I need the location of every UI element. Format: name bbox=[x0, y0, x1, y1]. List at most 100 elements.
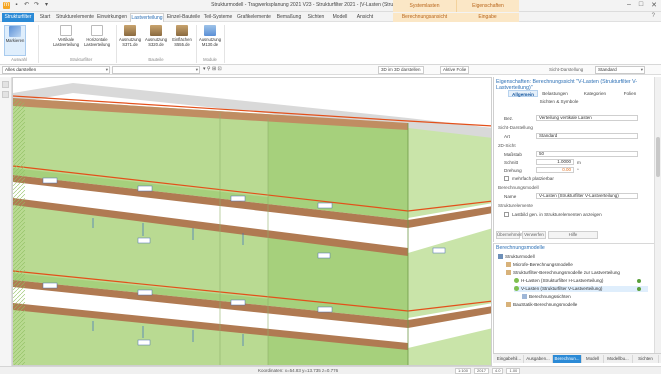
einflaechen-s555-button[interactable]: Einflächen S555.de bbox=[170, 25, 194, 47]
panel-scrollbar[interactable] bbox=[654, 77, 661, 353]
tab-modell[interactable]: Modell bbox=[329, 13, 351, 22]
layer-combo[interactable]: Alles darstellen ▾ bbox=[2, 66, 110, 74]
lastbild-label: Lastbild gen. in Strukturelementen anzei… bbox=[512, 212, 602, 217]
view3d-toggle[interactable]: 3D im 3D darstellen bbox=[378, 66, 424, 74]
maximize-button[interactable]: □ bbox=[639, 1, 643, 9]
bez-input[interactable]: Verteilung vertikale Lasten bbox=[536, 115, 638, 121]
building-model-view[interactable] bbox=[13, 78, 492, 366]
minimize-button[interactable]: – bbox=[627, 1, 631, 9]
view-tool-icons[interactable]: ▾ ⚲ ⊞ ⊡ bbox=[203, 66, 222, 72]
tab-einwirkungen[interactable]: Einwirkungen bbox=[96, 13, 128, 22]
tab-bemassung[interactable]: Bemaßung bbox=[275, 13, 303, 22]
m130-label: Ausnutzung M130.de bbox=[198, 37, 222, 47]
ausnutzung-s371-button[interactable]: Ausnutzung S371.de bbox=[118, 25, 142, 47]
tree-item-strukturmodell[interactable]: Strukturmodell bbox=[498, 254, 535, 260]
wall-module-icon bbox=[150, 25, 162, 36]
section-berechnungsmodell: Berechnungsmodell bbox=[498, 185, 539, 190]
view-style-combo[interactable]: Standard ▾ bbox=[595, 66, 645, 74]
view-icon bbox=[522, 294, 527, 299]
massstab-select[interactable]: 50 bbox=[536, 151, 638, 157]
ribbon-separator bbox=[196, 25, 197, 63]
s320-label: Ausnutzung S320.de bbox=[144, 37, 168, 47]
column-module-icon bbox=[124, 25, 136, 36]
tab-sichten-symbole[interactable]: Sichten & Symbole bbox=[534, 98, 584, 105]
tab-einzel-bauteile[interactable]: Einzel-Bauteile bbox=[166, 13, 201, 22]
tab-teil-systeme[interactable]: Teil-Systeme bbox=[203, 13, 233, 22]
group-module: Module bbox=[203, 57, 217, 62]
layer-combo-value: Alles darstellen bbox=[5, 67, 37, 72]
model-icon bbox=[498, 254, 503, 259]
help-icon[interactable]: ? bbox=[652, 13, 655, 19]
mehrfach-checkbox[interactable] bbox=[504, 176, 509, 181]
tab-strukturelemente[interactable]: Strukturelemente bbox=[56, 13, 94, 22]
view-combo[interactable]: ▾ bbox=[112, 66, 200, 74]
tab-eingabehilfe[interactable]: Eingabehil... bbox=[495, 355, 524, 363]
scrollbar-thumb[interactable] bbox=[656, 137, 660, 177]
hilfe-button[interactable]: Hilfe bbox=[548, 231, 598, 239]
tab-allgemein[interactable]: Allgemein bbox=[508, 90, 538, 97]
drehung-input[interactable]: 0.00 bbox=[536, 167, 574, 173]
ausnutzung-s320-button[interactable]: Ausnutzung S320.de bbox=[144, 25, 168, 47]
tab-belastungen[interactable]: Belastungen bbox=[540, 90, 570, 97]
tree-item-label: V-Lasten (Strukturfilter V-Lastverteilun… bbox=[521, 286, 603, 291]
panel-tabs: Eingabehil... Ausgaben... Berechnun... M… bbox=[493, 353, 661, 363]
load-model-icon bbox=[514, 286, 519, 291]
uebernehmen-button[interactable]: Übernehmen bbox=[496, 231, 522, 239]
context-group-eigenschaften: Eigenschaften bbox=[456, 0, 519, 12]
active-floor-toggle[interactable]: Aktive Folie bbox=[440, 66, 470, 74]
section-sicht-darstellung: Sicht-Darstellung bbox=[498, 125, 533, 130]
tree-item-h-lasten[interactable]: H-Lasten (Strukturfilter H-Lastverteilun… bbox=[514, 278, 603, 284]
tab-kategorien[interactable]: Kategorien bbox=[580, 90, 610, 97]
tab-modell[interactable]: Modell bbox=[582, 355, 604, 363]
markieren-label: Markieren bbox=[5, 38, 25, 43]
markieren-button[interactable]: Markieren bbox=[4, 25, 26, 56]
verwerfen-button[interactable]: Verwerfen bbox=[522, 231, 546, 239]
tab-berechnung[interactable]: Berechnun... bbox=[553, 355, 582, 363]
art-select[interactable]: Standard bbox=[536, 133, 638, 139]
tree-item-strukturfilter[interactable]: Strukturfilter-Berechnungsmodelle zur La… bbox=[506, 270, 620, 276]
pan-tool-icon[interactable] bbox=[2, 91, 9, 98]
close-button[interactable]: ✕ bbox=[651, 1, 657, 9]
name-select[interactable]: V-Lasten (Strukturfilter V-Lastverteilun… bbox=[536, 193, 638, 199]
ribbon: Markieren Vertikale Lastverteilung Horiz… bbox=[0, 22, 661, 65]
status-field[interactable]: 4.0 bbox=[491, 368, 504, 374]
status-bar: Koordinaten: x=54.83 y=13.735 z=0.776 1:… bbox=[0, 366, 661, 374]
lastbild-checkbox[interactable] bbox=[504, 212, 509, 217]
ribbon-tabs: Strukturfilter Start Strukturelemente Ei… bbox=[0, 12, 661, 22]
tree-title: Berechnungsmodelle bbox=[496, 245, 545, 251]
tree-item-berechnungssichten[interactable]: Berechnungssichten bbox=[522, 294, 571, 300]
section-strukturelemente: Strukturelemente bbox=[498, 203, 533, 208]
tab-start[interactable]: Start bbox=[36, 13, 54, 22]
tab-ausgaben[interactable]: Ausgaben... bbox=[524, 355, 553, 363]
schnitt-input[interactable]: 1.0000 bbox=[536, 159, 574, 165]
tab-eingabe[interactable]: Eingabe bbox=[456, 13, 519, 22]
tab-lastverteilung[interactable]: Lastverteilung bbox=[130, 13, 164, 22]
view-toolbar: Alles darstellen ▾ ▾ ▾ ⚲ ⊞ ⊡ 3D im 3D dar… bbox=[0, 65, 661, 75]
vertikale-lastverteilung-button[interactable]: Vertikale Lastverteilung bbox=[52, 25, 80, 47]
chevron-down-icon: ▾ bbox=[640, 67, 643, 72]
tree-item-microfe[interactable]: Microfe-Berechnungsmodelle bbox=[506, 262, 573, 268]
horizontale-lastverteilung-button[interactable]: Horizontale Lastverteilung bbox=[82, 25, 112, 47]
tab-ansicht[interactable]: Ansicht bbox=[353, 13, 377, 22]
scale-field[interactable]: 1:100 bbox=[455, 368, 472, 374]
select-tool-icon[interactable] bbox=[2, 81, 9, 88]
s555-label: Einflächen S555.de bbox=[172, 37, 192, 47]
tab-modellbuch[interactable]: Modellbu... bbox=[604, 355, 633, 363]
tab-berechnungsansicht[interactable]: Berechnungsansicht bbox=[393, 13, 456, 22]
tab-sichten[interactable]: Sichten bbox=[633, 355, 659, 363]
folder-icon bbox=[506, 262, 511, 267]
coordinates-readout: Koordinaten: x=54.83 y=13.735 z=0.776 bbox=[258, 368, 339, 373]
view-label: Sicht-Darstellung bbox=[549, 67, 584, 72]
ausnutzung-m130-button[interactable]: Ausnutzung M130.de bbox=[198, 25, 222, 47]
properties-panel: Eigenschaften: Berechnungssicht "V-Laste… bbox=[493, 77, 654, 242]
status-field[interactable]: 2017 bbox=[474, 368, 489, 374]
tree-item-v-lasten[interactable]: V-Lasten (Strukturfilter V-Lastverteilun… bbox=[514, 286, 648, 292]
tab-grafikelemente[interactable]: Grafikelemente bbox=[235, 13, 273, 22]
tab-sichten[interactable]: Sichten bbox=[305, 13, 327, 22]
status-field[interactable]: 1.00 bbox=[506, 368, 521, 374]
tab-strukturfilter[interactable]: Strukturfilter bbox=[2, 13, 34, 22]
tree-item-baustatik[interactable]: BauStatik-Berechnungsmodelle bbox=[506, 302, 577, 308]
mehrfach-label: mehrfach platzierbar bbox=[512, 176, 554, 181]
tab-folien[interactable]: Folien bbox=[616, 90, 644, 97]
3d-viewport[interactable] bbox=[12, 77, 492, 366]
